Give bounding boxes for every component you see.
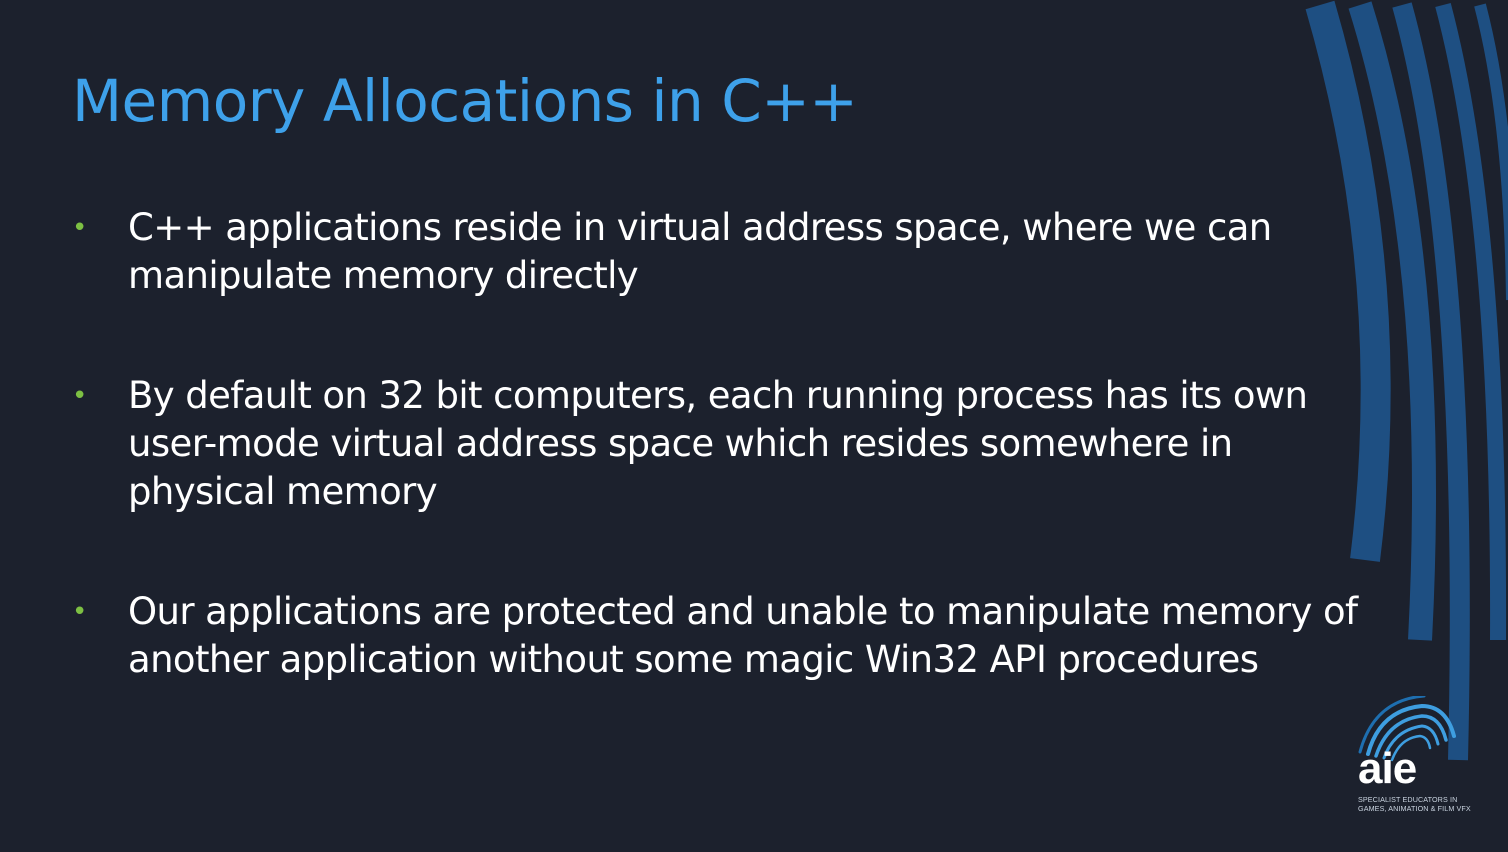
bullet-dot-icon: • bbox=[72, 597, 87, 627]
logo-wordmark: aie bbox=[1358, 744, 1417, 793]
aie-logo: aie SPECIALIST EDUCATORS IN GAMES, ANIMA… bbox=[1350, 696, 1480, 826]
bullet-text: By default on 32 bit computers, each run… bbox=[128, 374, 1308, 513]
logo-tagline-line-2: GAMES, ANIMATION & FILM VFX bbox=[1358, 804, 1471, 813]
bullet-dot-icon: • bbox=[72, 213, 87, 243]
bullet-text: Our applications are protected and unabl… bbox=[128, 590, 1358, 681]
logo-tagline-line-1: SPECIALIST EDUCATORS IN bbox=[1358, 795, 1458, 804]
arc-5 bbox=[1474, 3, 1508, 301]
slide: Memory Allocations in C++ • C++ applicat… bbox=[0, 0, 1508, 852]
bullet-list: • C++ applications reside in virtual add… bbox=[72, 204, 1372, 684]
logo-tagline: SPECIALIST EDUCATORS IN GAMES, ANIMATION… bbox=[1358, 795, 1483, 813]
bullet-item: • C++ applications reside in virtual add… bbox=[72, 204, 1372, 300]
bullet-dot-icon: • bbox=[72, 381, 87, 411]
slide-title: Memory Allocations in C++ bbox=[72, 67, 858, 135]
bullet-item: • Our applications are protected and una… bbox=[72, 588, 1372, 684]
bullet-text: C++ applications reside in virtual addre… bbox=[128, 206, 1272, 297]
arc-4 bbox=[1435, 2, 1507, 641]
bullet-item: • By default on 32 bit computers, each r… bbox=[72, 372, 1372, 516]
arc-3 bbox=[1392, 2, 1470, 761]
